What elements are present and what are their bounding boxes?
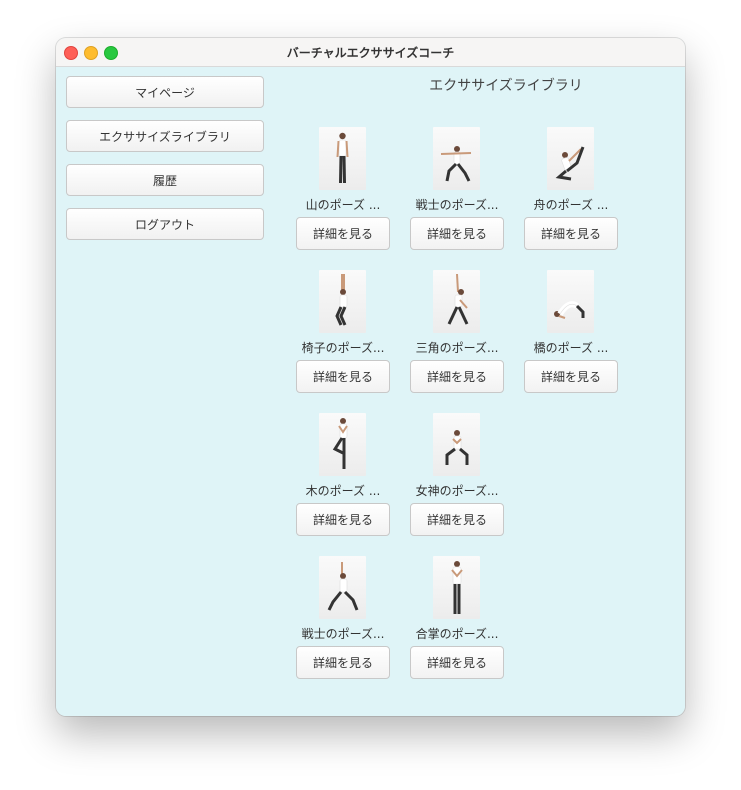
pose-thumbnail[interactable] [319,127,366,190]
pose-label: 舟のポーズ ... [533,198,609,212]
tree-pose-figure-icon [332,418,348,469]
bridge-pose-figure-icon [554,301,585,319]
pose-label: 山のポーズ ... [305,198,381,212]
prayer-pose-figure-icon [451,561,463,614]
window-title: バーチャルエクササイズコーチ [286,46,455,60]
sidebar-item-mypage[interactable]: マイページ [66,76,264,108]
view-details-button[interactable]: 詳細を見る [296,360,390,393]
warrior-pose-figure-icon [327,562,359,611]
pose-thumbnail[interactable] [433,270,480,333]
view-details-button[interactable]: 詳細を見る [410,503,504,536]
goddess-pose-figure-icon [445,430,469,465]
pose-label: 橋のポーズ ... [533,341,609,355]
pose-card: 合掌のポーズ... 詳細を見る [409,556,505,680]
pose-card: 三角のポーズ... 詳細を見る [409,270,505,394]
pose-card: 舟のポーズ ... 詳細を見る [523,127,619,251]
view-details-button[interactable]: 詳細を見る [296,503,390,536]
sidebar-item-logout[interactable]: ログアウト [66,208,264,240]
view-details-button[interactable]: 詳細を見る [524,360,618,393]
pose-label: 木のポーズ ... [305,484,381,498]
title-bar: バーチャルエクササイズコーチ [56,38,685,67]
view-details-button[interactable]: 詳細を見る [410,217,504,250]
pose-card: 山のポーズ ... 詳細を見る [295,127,391,251]
pose-label: 三角のポーズ... [415,341,499,355]
pose-thumbnail[interactable] [547,127,594,190]
view-details-button[interactable]: 詳細を見る [410,360,504,393]
pose-card: 女神のポーズ... 詳細を見る [409,413,505,537]
app-window: バーチャルエクササイズコーチ マイページ エクササイズライブラリ 履歴 ログアウ… [56,38,685,716]
pose-card: 戦士のポーズ... 詳細を見る [295,556,391,680]
pose-thumbnail[interactable] [433,413,480,476]
triangle-pose-figure-icon [447,273,469,325]
pose-thumbnail[interactable] [433,556,480,619]
main-content: マイページ エクササイズライブラリ 履歴 ログアウト エクササイズライブラリ 山… [56,67,685,716]
pose-thumbnail[interactable] [319,270,366,333]
mountain-pose-figure-icon [336,132,349,184]
chair-pose-figure-icon [335,274,348,326]
library-title: エクササイズライブラリ [429,78,583,94]
pose-label: 戦士のポーズ... [301,627,385,641]
sidebar-item-exercise-library[interactable]: エクササイズライブラリ [66,120,264,152]
pose-label: 戦士のポーズ... [415,198,499,212]
warrior-pose-figure-icon [440,146,472,182]
pose-card: 橋のポーズ ... 詳細を見る [523,270,619,394]
pose-label: 合掌のポーズ... [415,627,499,641]
view-details-button[interactable]: 詳細を見る [410,646,504,679]
pose-thumbnail[interactable] [319,556,366,619]
view-details-button[interactable]: 詳細を見る [524,217,618,250]
pose-thumbnail[interactable] [547,270,594,333]
pose-card: 木のポーズ ... 詳細を見る [295,413,391,537]
pose-label: 女神のポーズ... [415,484,499,498]
pose-thumbnail[interactable] [319,413,366,476]
pose-card: 椅子のポーズ... 詳細を見る [295,270,391,394]
pose-thumbnail[interactable] [433,127,480,190]
view-details-button[interactable]: 詳細を見る [296,217,390,250]
view-details-button[interactable]: 詳細を見る [296,646,390,679]
pose-card: 戦士のポーズ... 詳細を見る [409,127,505,251]
pose-label: 椅子のポーズ... [301,341,385,355]
boat-pose-figure-icon [555,146,585,181]
sidebar-item-history[interactable]: 履歴 [66,164,264,196]
